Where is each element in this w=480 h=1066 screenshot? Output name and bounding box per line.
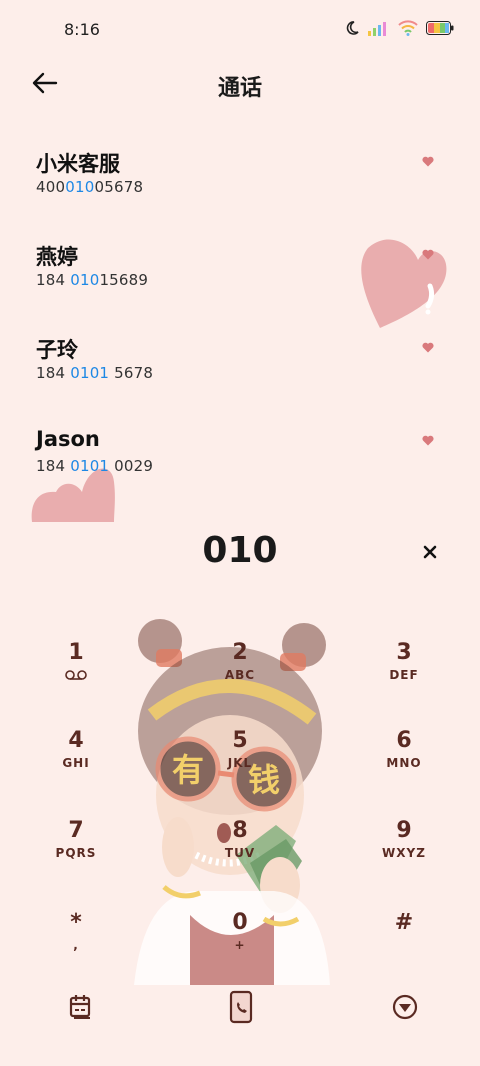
key-9[interactable]: 9 WXYZ (344, 818, 464, 888)
key-star[interactable]: *, (16, 910, 136, 980)
key-7[interactable]: 7 PQRS (16, 818, 136, 888)
page-title: 通话 (217, 76, 262, 101)
contact-number: 40001005678 (36, 178, 144, 196)
key-4[interactable]: 4 GHI (16, 728, 136, 798)
status-time: 8:16 (64, 20, 100, 39)
key-8[interactable]: 8 TUV (180, 818, 300, 888)
dial-keypad: 1 2 ABC 3 DEF 4 GHI 5 JKL 6 MNO 7 PQRS 8 TUV 9W… (0, 600, 480, 980)
contact-name: 子玲 (36, 338, 78, 362)
contact-name: Jason (36, 427, 100, 451)
list-item[interactable]: Jason 184 0101 0029 (0, 415, 480, 505)
list-item[interactable]: 燕婷 184 01015689 (0, 229, 480, 319)
heart-icon (422, 435, 434, 446)
dial-entry: 010 (0, 530, 480, 580)
collapse-keypad-icon[interactable] (390, 990, 420, 1024)
heart-icon (422, 342, 434, 353)
key-1[interactable]: 1 (16, 640, 136, 710)
key-0[interactable]: 0 + (180, 910, 300, 980)
bottom-bar (0, 986, 480, 1036)
contact-name: 燕婷 (36, 245, 78, 269)
page-header: 通话 (0, 62, 480, 106)
heart-icon (422, 249, 434, 260)
wifi-icon (398, 20, 418, 36)
key-3[interactable]: 3 DEF (344, 640, 464, 710)
dialed-number: 010 (202, 530, 278, 571)
heart-icon (422, 156, 434, 167)
list-item[interactable]: 子玲 184 0101 5678 (0, 322, 480, 412)
battery-icon (426, 21, 454, 35)
key-2[interactable]: 2 ABC (180, 640, 300, 710)
signal-icon (368, 22, 386, 36)
status-bar: 8:16 (0, 0, 480, 62)
moon-icon (346, 21, 359, 35)
key-6[interactable]: 6 MNO (344, 728, 464, 798)
contact-number: 184 0101 5678 (36, 364, 154, 382)
voicemail-icon (65, 670, 87, 680)
calendar-icon[interactable] (66, 990, 96, 1024)
contact-number: 184 01015689 (36, 271, 149, 289)
key-hash[interactable]: # (344, 910, 464, 980)
status-icons (344, 20, 454, 36)
contact-name: 小米客服 (36, 152, 120, 176)
close-icon[interactable] (420, 542, 440, 562)
contact-number: 184 0101 0029 (36, 457, 154, 475)
list-item[interactable]: 小米客服 40001005678 (0, 136, 480, 226)
key-5[interactable]: 5 JKL (180, 728, 300, 798)
dial-call-icon[interactable] (226, 990, 256, 1024)
